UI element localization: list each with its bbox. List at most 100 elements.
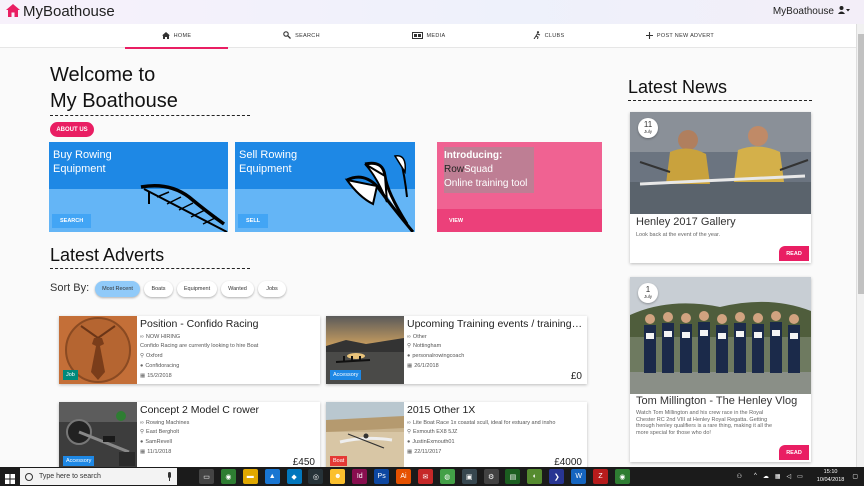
advert-category-text: Lite Boat Race 1x coastal scull, ideal f… <box>412 420 556 426</box>
file-explorer-icon[interactable]: ▬ <box>242 469 258 484</box>
user-icon: ● <box>407 353 411 359</box>
advert-title[interactable]: Upcoming Training events / training camp… <box>407 318 585 330</box>
illustrator-icon[interactable]: Ai <box>396 469 412 484</box>
chrome-icon[interactable]: ◉ <box>220 469 236 484</box>
tab-clubs[interactable]: CLUBS <box>497 24 600 48</box>
location-pin-icon: ⚲ <box>140 429 145 435</box>
view-button[interactable]: VIEW <box>441 214 471 228</box>
sort-wanted[interactable]: Wanted <box>221 281 254 297</box>
tab-home[interactable]: HOME <box>125 24 228 49</box>
location-pin-icon: ⚲ <box>140 353 145 359</box>
settings-app-icon[interactable]: ⚙ <box>483 469 499 484</box>
advert-title[interactable]: Concept 2 Model C rower <box>140 404 318 416</box>
advert-location: ⚲ Oxford <box>140 353 163 359</box>
home-icon <box>161 31 170 41</box>
tab-home-label: HOME <box>173 33 192 39</box>
cloud-icon[interactable]: ☁ <box>763 473 769 480</box>
user-icon: ● <box>407 439 411 445</box>
google-drive-icon[interactable]: ▲ <box>264 469 280 484</box>
news-date-badge: 1 July <box>638 283 658 303</box>
welcome-heading: Welcome to My Boathouse <box>50 62 178 114</box>
word-icon[interactable]: W <box>571 469 587 484</box>
page-scrollbar[interactable] <box>856 24 864 467</box>
search-button[interactable]: SEARCH <box>52 214 92 228</box>
tab-search[interactable]: SEARCH <box>250 24 353 48</box>
read-button[interactable]: READ <box>779 246 809 261</box>
account-menu[interactable]: MyBoathouse <box>773 6 850 17</box>
account-label: MyBoathouse <box>772 6 834 17</box>
tab-search-label: SEARCH <box>295 33 320 39</box>
filezilla-icon[interactable]: Z <box>593 469 609 484</box>
volume-icon[interactable]: ◁ <box>787 473 792 480</box>
tray-chevron-icon[interactable]: ^ <box>754 473 757 479</box>
advert-date: ▦ 26/1/2018 <box>407 363 439 369</box>
tab-post-advert-label: POST NEW ADVERT <box>656 33 715 39</box>
sort-boats[interactable]: Boats <box>144 281 173 297</box>
calendar-icon: ▦ <box>407 363 413 369</box>
read-button[interactable]: READ <box>779 445 809 460</box>
sort-equipment[interactable]: Equipment <box>177 281 217 297</box>
clock-time: 15:10 <box>823 469 838 475</box>
store-icon[interactable]: ◆ <box>286 469 302 484</box>
pycharm-icon[interactable]: ▤ <box>505 469 521 484</box>
advert-tag: Accessory <box>63 456 95 466</box>
taskbar-clock[interactable]: 15:10 10/04/2018 <box>817 468 845 484</box>
account-icon <box>838 6 850 17</box>
indesign-icon[interactable]: Id <box>352 469 368 484</box>
advert-location: ⚲ Exmouth EX8 5JZ <box>407 429 457 435</box>
spotify-icon[interactable]: ◍ <box>439 469 455 484</box>
advert-category-text: NOW HIRING <box>145 334 181 340</box>
scrollbar-thumb[interactable] <box>858 34 864 294</box>
news-day: 11 <box>643 120 653 129</box>
user-icon: ● <box>140 363 144 369</box>
advert-card[interactable]: Accessory Upcoming Training events / tra… <box>326 316 587 384</box>
terminal-icon[interactable]: ▣ <box>461 469 477 484</box>
sort-most-recent[interactable]: Most Recent <box>95 281 140 297</box>
tab-media[interactable]: MEDIA <box>377 24 480 48</box>
calendar-icon: ▦ <box>140 449 146 455</box>
powershell-icon[interactable]: ❯ <box>549 469 565 484</box>
notifications-icon[interactable]: ▢ <box>852 473 858 480</box>
advert-title[interactable]: 2015 Other 1X <box>407 404 585 416</box>
news-card[interactable]: 11 July Henley 2017 Gallery Look back at… <box>630 112 811 263</box>
advert-card[interactable]: Boat 2015 Other 1X ∞ Lite Boat Race 1x co… <box>326 402 587 470</box>
sell-card[interactable]: Sell Rowing Equipment SELL <box>235 142 415 232</box>
microphone-icon[interactable] <box>167 472 172 483</box>
brand[interactable]: MyBoathouse <box>6 3 115 20</box>
sell-button[interactable]: SELL <box>238 214 269 228</box>
chrome-app-icon[interactable]: ◉ <box>614 469 630 484</box>
location-pin-icon: ⚲ <box>407 429 412 435</box>
keyboard-icon[interactable]: ▭ <box>797 473 803 480</box>
network-icon[interactable]: ▦ <box>775 473 781 480</box>
rowsquad-brand-squad: Squad <box>464 164 493 175</box>
rowsquad-line-3: Online training tool <box>444 178 528 189</box>
about-us-button[interactable]: ABOUT US <box>50 122 94 137</box>
tab-post-advert[interactable]: POST NEW ADVERT <box>620 24 740 48</box>
advert-title[interactable]: Position - Confido Racing <box>140 318 318 330</box>
news-card[interactable]: 1 July Tom Millington - The Henley Vlog … <box>630 277 811 462</box>
advert-seller: ● Confidoracing <box>140 363 179 369</box>
task-view-icon[interactable]: ▭ <box>199 469 214 484</box>
advert-card[interactable]: Accessory Concept 2 Model C rower ∞ Rowin… <box>59 402 320 470</box>
taskbar-search-box[interactable]: Type here to search <box>20 468 177 485</box>
news-date-badge: 11 July <box>638 118 658 138</box>
category-icon: ∞ <box>140 334 144 340</box>
sort-label: Sort By: <box>50 282 90 294</box>
buy-card[interactable]: Buy Rowing Equipment SEARCH <box>49 142 228 232</box>
steam-icon[interactable]: ◎ <box>308 469 324 484</box>
mail-icon[interactable]: ✉ <box>417 469 433 484</box>
tab-media-label: MEDIA <box>426 33 446 39</box>
windows-start-icon[interactable] <box>5 471 15 484</box>
emoji-app-icon[interactable]: ☻ <box>330 469 346 484</box>
advert-date: ▦ 15/2/2018 <box>140 373 172 379</box>
advert-price: £0 <box>570 371 582 382</box>
photoshop-icon[interactable]: Ps <box>374 469 390 484</box>
sort-jobs[interactable]: Jobs <box>258 281 286 297</box>
people-icon[interactable]: ⚇ <box>737 473 742 480</box>
rowsquad-card[interactable]: Introducing: RowSquad Online training to… <box>437 142 602 232</box>
news-title[interactable]: Henley 2017 Gallery <box>636 216 736 228</box>
android-icon[interactable]: ◐ <box>527 469 543 484</box>
advert-tag: Accessory <box>330 370 362 380</box>
news-title[interactable]: Tom Millington - The Henley Vlog <box>636 395 797 407</box>
advert-card[interactable]: Job Position - Confido Racing ∞ NOW HIRIN… <box>59 316 320 384</box>
